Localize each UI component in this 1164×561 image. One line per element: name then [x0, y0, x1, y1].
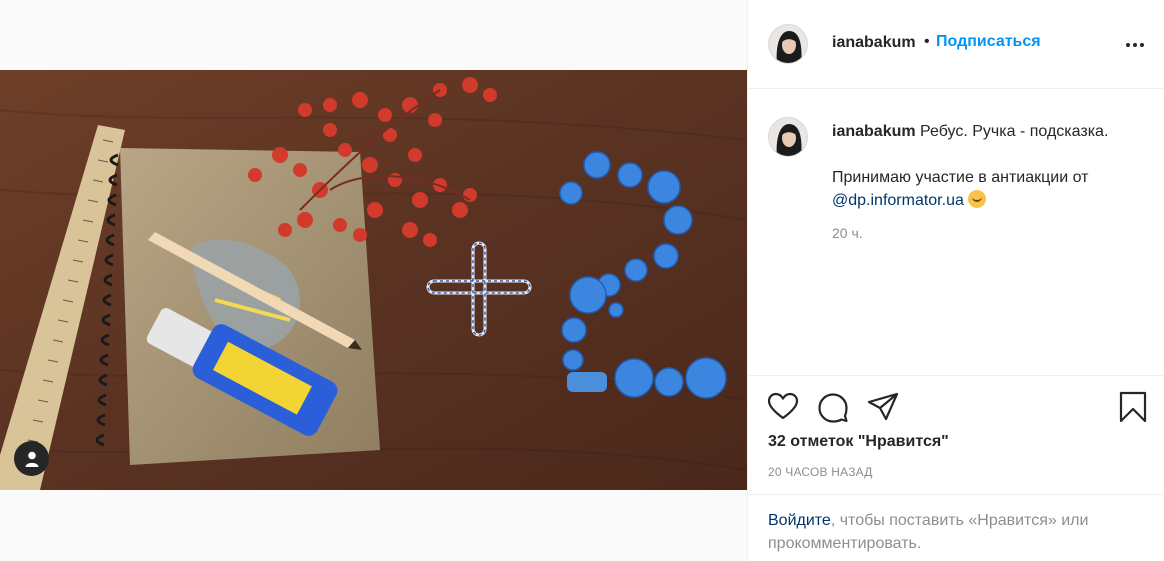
post-caption: ianabakum Ребус. Ручка - подсказка. Прин… [748, 89, 1164, 375]
user-icon [25, 451, 38, 467]
avatar-image [769, 118, 807, 156]
post-sidebar: ianabakum • Подписаться ianabakum Ребус.… [747, 0, 1164, 561]
post-timestamp[interactable]: 20 ЧАСОВ НАЗАД [768, 465, 873, 479]
caption-text: ianabakum Ребус. Ручка - подсказка. Прин… [832, 120, 1142, 212]
post-photo[interactable] [0, 70, 747, 490]
user-tag-button[interactable] [14, 441, 49, 476]
post-media [0, 0, 747, 561]
mention-link[interactable]: @dp.informator.ua [832, 192, 964, 209]
login-link[interactable]: Войдите [768, 512, 831, 529]
comment-icon[interactable] [816, 390, 850, 424]
more-horizontal-icon[interactable] [1126, 38, 1148, 52]
post-actions: 32 отметок "Нравится" 20 ЧАСОВ НАЗАД [748, 375, 1164, 495]
header-username[interactable]: ianabakum [832, 34, 916, 52]
caption-line1: Ребус. Ручка - подсказка. [920, 123, 1109, 140]
caption-line2: Принимаю участие в антиакции от [832, 169, 1089, 186]
hugging-face-emoji [967, 190, 986, 208]
bookmark-icon[interactable] [1116, 390, 1150, 424]
post-header: ianabakum • Подписаться [748, 0, 1164, 89]
share-icon[interactable] [866, 390, 900, 424]
follow-button[interactable]: Подписаться [936, 33, 1041, 51]
likes-count[interactable]: 32 отметок "Нравится" [768, 433, 949, 451]
avatar[interactable] [768, 24, 808, 64]
caption-username[interactable]: ianabakum [832, 123, 916, 140]
caption-time[interactable]: 20 ч. [832, 225, 863, 241]
login-prompt-text: Войдите, чтобы поставить «Нравится» или … [768, 509, 1148, 555]
caption-avatar[interactable] [768, 117, 808, 157]
photo-illustration [0, 70, 747, 490]
heart-icon[interactable] [766, 390, 800, 424]
header-separator: • [924, 33, 930, 50]
login-prompt: Войдите, чтобы поставить «Нравится» или … [748, 494, 1164, 561]
avatar-image [769, 25, 807, 63]
